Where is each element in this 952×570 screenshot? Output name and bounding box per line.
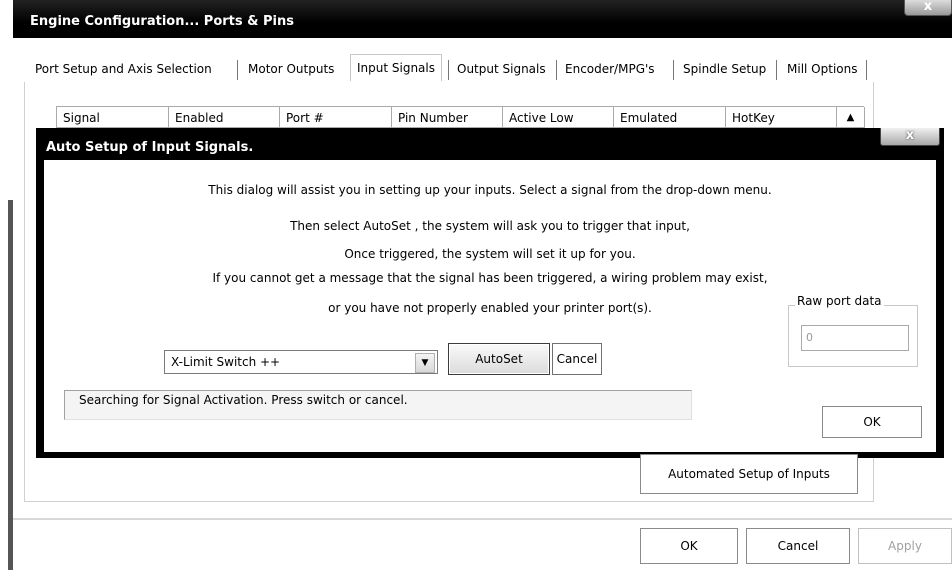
signals-table-header: Signal Enabled Port # Pin Number Active … xyxy=(56,106,865,129)
tab-separator xyxy=(776,60,777,80)
dialog-message-line-3: Once triggered, the system will set it u… xyxy=(344,247,636,261)
tab-separator xyxy=(866,60,867,80)
apply-button[interactable]: Apply xyxy=(858,528,952,564)
column-header-pin-number[interactable]: Pin Number xyxy=(392,107,503,129)
tab-encoder-mpg[interactable]: Encoder/MPG's xyxy=(559,56,661,82)
tab-input-signals[interactable]: Input Signals xyxy=(350,54,442,81)
automated-setup-button[interactable]: Automated Setup of Inputs xyxy=(640,454,858,494)
tab-separator xyxy=(448,60,449,80)
raw-port-label: Raw port data xyxy=(795,294,884,308)
autoset-button[interactable]: AutoSet xyxy=(448,343,550,375)
dialog-close-button[interactable]: x xyxy=(880,128,940,146)
tab-separator xyxy=(556,60,557,80)
tab-motor-outputs[interactable]: Motor Outputs xyxy=(242,56,340,82)
status-box: Searching for Signal Activation. Press s… xyxy=(64,390,692,420)
dialog-message-line-4: If you cannot get a message that the sig… xyxy=(212,271,768,285)
ok-button[interactable]: OK xyxy=(640,528,738,564)
main-close-button[interactable]: x xyxy=(904,0,952,16)
column-header-active-low[interactable]: Active Low xyxy=(503,107,614,129)
tab-spindle-setup[interactable]: Spindle Setup xyxy=(677,56,772,82)
tab-port-setup[interactable]: Port Setup and Axis Selection xyxy=(29,56,218,82)
column-header-emulated[interactable]: Emulated xyxy=(614,107,726,129)
dialog-message-line-2: Then select AutoSet , the system will as… xyxy=(290,219,690,233)
dialog-message-line-1: This dialog will assist you in setting u… xyxy=(208,183,772,197)
raw-port-field[interactable]: 0 xyxy=(801,325,909,351)
signal-select-value: X-Limit Switch ++ xyxy=(171,355,281,369)
status-text: Searching for Signal Activation. Press s… xyxy=(79,393,408,407)
signal-select-dropdown[interactable]: X-Limit Switch ++ ▼ xyxy=(164,350,438,374)
column-header-hotkey[interactable]: HotKey xyxy=(726,107,837,129)
dialog-title: Auto Setup of Input Signals. xyxy=(46,140,254,155)
main-window-title: Engine Configuration... Ports & Pins xyxy=(30,14,294,29)
column-header-enabled[interactable]: Enabled xyxy=(169,107,280,129)
tab-mill-options[interactable]: Mill Options xyxy=(781,56,863,82)
column-header-port[interactable]: Port # xyxy=(280,107,392,129)
tab-separator xyxy=(237,60,238,80)
tab-separator xyxy=(673,60,674,80)
chevron-down-icon[interactable]: ▼ xyxy=(415,353,435,373)
footer-divider xyxy=(13,518,952,520)
scroll-up-arrow-icon[interactable]: ▲ xyxy=(837,107,865,129)
dialog-cancel-button[interactable]: Cancel xyxy=(552,343,602,375)
cancel-button[interactable]: Cancel xyxy=(746,528,850,564)
dialog-ok-button[interactable]: OK xyxy=(822,406,922,438)
tab-output-signals[interactable]: Output Signals xyxy=(451,56,552,82)
column-header-signal[interactable]: Signal xyxy=(57,107,169,129)
